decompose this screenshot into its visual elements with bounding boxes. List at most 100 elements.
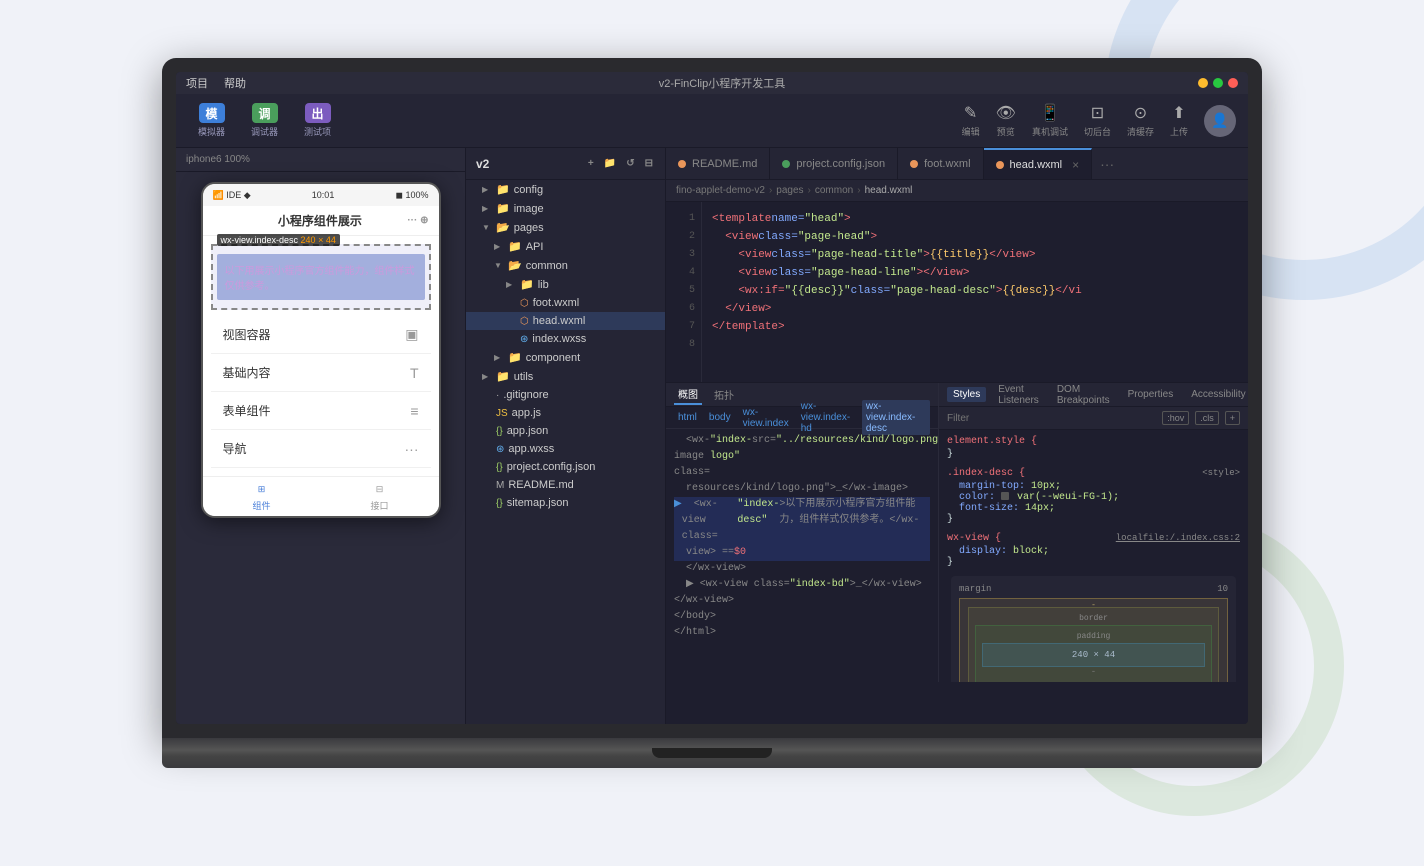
hb-wx-view-index[interactable]: wx-view.index bbox=[739, 406, 793, 430]
close-button[interactable] bbox=[1228, 78, 1238, 88]
new-folder-button[interactable]: 📁 bbox=[602, 156, 618, 171]
debugger-button[interactable]: 调 调试器 bbox=[241, 99, 288, 142]
styles-filter-input[interactable] bbox=[947, 413, 1156, 424]
file-foot-wxml[interactable]: ▶ ⬡ foot.wxml bbox=[466, 294, 665, 312]
tab-project-config[interactable]: project.config.json bbox=[770, 148, 898, 179]
folder-image[interactable]: ▶ 📁 image bbox=[466, 199, 665, 218]
code-line-7: </template> bbox=[712, 318, 1238, 336]
tab-label-project-config: project.config.json bbox=[796, 158, 885, 170]
file-icon-head-wxml: ⬡ bbox=[520, 316, 529, 327]
background-action[interactable]: ⊡ 切后台 bbox=[1084, 103, 1111, 138]
folder-label-common: common bbox=[526, 260, 568, 272]
code-line-8 bbox=[712, 336, 1238, 354]
styles-tab-accessibility[interactable]: Accessibility bbox=[1185, 387, 1248, 402]
phone-menu-item-4[interactable]: 导航 ··· bbox=[211, 430, 431, 468]
new-file-button[interactable]: + bbox=[586, 156, 596, 171]
file-gitignore[interactable]: ▶ · .gitignore bbox=[466, 386, 665, 404]
editor-tabs: README.md project.config.json foot.wxml bbox=[666, 148, 1248, 180]
folder-api[interactable]: ▶ 📁 API bbox=[466, 237, 665, 256]
editor-panel: README.md project.config.json foot.wxml bbox=[666, 148, 1248, 724]
arrow-common: ▼ bbox=[494, 261, 504, 270]
file-app-wxss[interactable]: ▶ ⊛ app.wxss bbox=[466, 440, 665, 458]
code-content[interactable]: <template name="head" > <view class="pag… bbox=[702, 202, 1248, 382]
styles-tab-dom-breakpoints[interactable]: DOM Breakpoints bbox=[1051, 383, 1116, 408]
style-source-wx-view[interactable]: localfile:/.index.css:2 bbox=[1116, 533, 1240, 543]
folder-icon-lib: 📁 bbox=[520, 278, 534, 291]
file-index-wxss[interactable]: ▶ ⊛ index.wxss bbox=[466, 330, 665, 348]
tab-foot-wxml[interactable]: foot.wxml bbox=[898, 148, 983, 179]
tab-head-wxml[interactable]: head.wxml × bbox=[984, 148, 1093, 179]
elem-tab-body[interactable]: 拓扑 bbox=[710, 385, 738, 404]
folder-config[interactable]: ▶ 📁 config bbox=[466, 180, 665, 199]
phone-tab-api[interactable]: ⊟ 接口 bbox=[321, 481, 439, 512]
lower-code-content[interactable]: <wx-image class="index-logo" src="../res… bbox=[666, 429, 938, 682]
preview-icon: 👁 bbox=[996, 103, 1016, 123]
tab-more-button[interactable]: ··· bbox=[1092, 156, 1122, 172]
refresh-button[interactable]: ↺ bbox=[624, 156, 636, 171]
tab-dot-project-config bbox=[782, 160, 790, 168]
phone-menu-item-1[interactable]: 视图容器 ▣ bbox=[211, 316, 431, 354]
filetree-panel: v2 + 📁 ↺ ⊟ ▶ 📁 config ▶ bbox=[466, 148, 666, 724]
folder-utils[interactable]: ▶ 📁 utils bbox=[466, 367, 665, 386]
code-line-4: <view class="page-head-line" ></view> bbox=[712, 264, 1238, 282]
collapse-button[interactable]: ⊟ bbox=[643, 156, 655, 171]
toolbar: 模 模拟器 调 调试器 出 测试项 ✎ 编辑 bbox=[176, 94, 1248, 148]
tab-dot-foot-wxml bbox=[910, 160, 918, 168]
phone-menu-label-4: 导航 bbox=[223, 440, 247, 457]
avatar-icon: 👤 bbox=[1211, 112, 1228, 129]
tab-close-head-wxml[interactable]: × bbox=[1072, 158, 1079, 172]
menu-project[interactable]: 项目 bbox=[186, 75, 208, 91]
style-rule-wx-view: wx-view { localfile:/.index.css:2 displa… bbox=[947, 533, 1240, 568]
tab-label-head-wxml: head.wxml bbox=[1010, 159, 1063, 171]
box-border-region: border padding 240 × 44 - bbox=[968, 607, 1219, 682]
lower-line-8: </body> bbox=[674, 609, 930, 625]
minimize-button[interactable] bbox=[1198, 78, 1208, 88]
file-app-js[interactable]: ▶ JS app.js bbox=[466, 404, 665, 422]
phone-menu-item-2[interactable]: 基础内容 T bbox=[211, 354, 431, 392]
preview-action[interactable]: 👁 预览 bbox=[996, 103, 1016, 138]
upload-action[interactable]: ⬆ 上传 bbox=[1170, 103, 1188, 138]
phone-menu-icon-1: ▣ bbox=[405, 326, 418, 343]
file-icon-foot-wxml: ⬡ bbox=[520, 298, 529, 309]
folder-icon-image: 📁 bbox=[496, 202, 510, 215]
phone-tab-label-components: 组件 bbox=[252, 499, 270, 512]
phone-menu-item-3[interactable]: 表单组件 ≡ bbox=[211, 392, 431, 430]
phone-menu-icon-2: T bbox=[410, 365, 419, 381]
file-label-readme: README.md bbox=[508, 479, 573, 491]
hb-body[interactable]: body bbox=[705, 411, 735, 424]
folder-pages[interactable]: ▼ 📂 pages bbox=[466, 218, 665, 237]
styles-tab-event-listeners[interactable]: Event Listeners bbox=[992, 383, 1045, 408]
file-readme[interactable]: ▶ M README.md bbox=[466, 476, 665, 494]
filter-pseudo-button[interactable]: :hov bbox=[1162, 411, 1189, 425]
phone-tab-components[interactable]: ⊞ 组件 bbox=[203, 481, 321, 512]
filter-add-button[interactable]: + bbox=[1225, 411, 1240, 425]
folder-common[interactable]: ▼ 📂 common bbox=[466, 256, 665, 275]
maximize-button[interactable] bbox=[1213, 78, 1223, 88]
phone-battery: ◼ 100% bbox=[395, 190, 428, 201]
simulator-button[interactable]: 模 模拟器 bbox=[188, 99, 235, 142]
file-sitemap[interactable]: ▶ {} sitemap.json bbox=[466, 494, 665, 512]
file-project-config[interactable]: ▶ {} project.config.json bbox=[466, 458, 665, 476]
clear-cache-action[interactable]: ⊙ 清缓存 bbox=[1127, 103, 1154, 138]
file-app-json[interactable]: ▶ {} app.json bbox=[466, 422, 665, 440]
styles-tab-properties[interactable]: Properties bbox=[1122, 387, 1180, 402]
file-label-app-js: app.js bbox=[512, 407, 541, 419]
file-label-foot-wxml: foot.wxml bbox=[533, 297, 579, 309]
test-button[interactable]: 出 测试项 bbox=[294, 99, 341, 142]
filter-cls-button[interactable]: .cls bbox=[1195, 411, 1219, 425]
folder-component[interactable]: ▶ 📁 component bbox=[466, 348, 665, 367]
styles-tabs: Styles Event Listeners DOM Breakpoints P… bbox=[939, 383, 1248, 407]
tab-readme[interactable]: README.md bbox=[666, 148, 770, 179]
elem-tab-html[interactable]: 概图 bbox=[674, 384, 702, 405]
folder-lib[interactable]: ▶ 📁 lib bbox=[466, 275, 665, 294]
hb-html[interactable]: html bbox=[674, 411, 701, 424]
code-editor[interactable]: 12345678 <template name="head" > <view c… bbox=[666, 202, 1248, 382]
edit-action[interactable]: ✎ 编辑 bbox=[962, 103, 980, 138]
box-border-label: border bbox=[975, 614, 1212, 623]
file-head-wxml[interactable]: ▶ ⬡ head.wxml bbox=[466, 312, 665, 330]
user-avatar[interactable]: 👤 bbox=[1204, 105, 1236, 137]
styles-tab-styles[interactable]: Styles bbox=[947, 387, 986, 402]
file-icon-readme: M bbox=[496, 480, 504, 491]
menu-help[interactable]: 帮助 bbox=[224, 75, 246, 91]
device-debug-action[interactable]: 📱 真机调试 bbox=[1032, 103, 1068, 138]
